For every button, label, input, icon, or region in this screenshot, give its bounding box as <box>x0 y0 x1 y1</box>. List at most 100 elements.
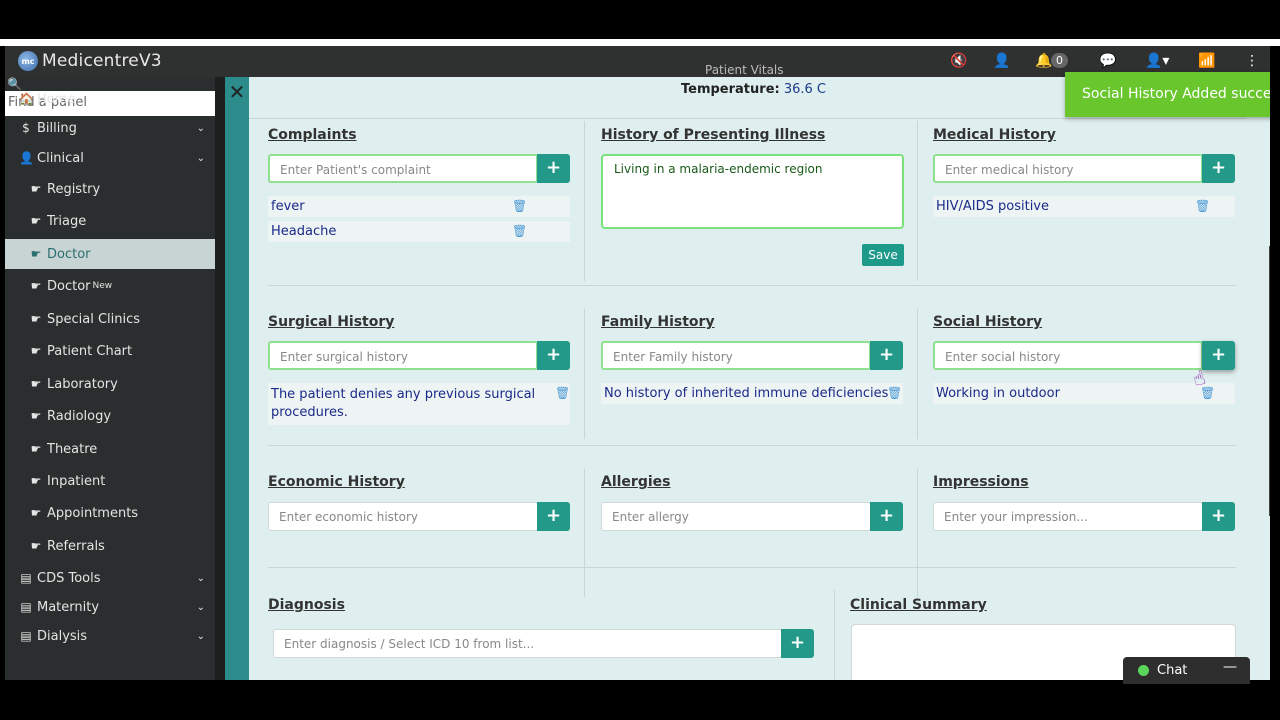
trash-icon[interactable]: 🗑 <box>512 224 527 238</box>
sidebar-item-label: Maternity <box>37 599 100 615</box>
family-history-item: No history of inherited immune deficienc… <box>601 383 903 404</box>
user-menu-icon[interactable]: 👤▾ <box>1145 53 1169 69</box>
hpi-textarea[interactable]: Living in a malaria-endemic region <box>601 154 904 229</box>
hand-point-icon: ☛ <box>30 474 42 488</box>
trash-icon[interactable]: 🗑 <box>555 386 570 400</box>
trash-icon[interactable]: 🗑 <box>512 199 527 213</box>
sidebar-item-label: Radiology <box>47 408 112 424</box>
add-diagnosis-button[interactable]: + <box>781 629 814 658</box>
sidebar-item-patient-chart[interactable]: ☛ Patient Chart <box>5 336 215 366</box>
sidebar-item-label: Theatre <box>47 441 98 457</box>
add-medical-history-button[interactable]: + <box>1202 154 1235 183</box>
sidebar-item-cds-tools[interactable]: ▤ CDS Tools ⌄ <box>5 563 215 593</box>
sidebar-item-label: Referrals <box>47 538 105 554</box>
allergy-input[interactable]: Enter allergy <box>601 502 871 531</box>
surgical-history-item: The patient denies any previous surgical… <box>268 383 570 425</box>
sidebar-item-maternity[interactable]: ▤ Maternity ⌄ <box>5 592 215 622</box>
sidebar-item-label: Clinical <box>37 150 84 166</box>
doctor-panel: Patient Vitals Temperature: 36.6 C Compl… <box>249 63 1246 680</box>
save-button[interactable]: Save <box>862 244 904 266</box>
sidebar-item-doctor-new[interactable]: ☛ Doctor New <box>5 271 215 301</box>
sidebar-item-label: Doctor <box>47 246 91 262</box>
new-badge: New <box>92 281 113 291</box>
mute-icon[interactable]: 🔇 <box>950 53 967 69</box>
sidebar-item-label: Home <box>37 91 76 107</box>
add-family-history-button[interactable]: + <box>870 341 903 370</box>
clinical-summary-title: Clinical Summary <box>850 597 987 613</box>
sidebar-item-referrals[interactable]: ☛ Referrals <box>5 531 215 561</box>
user-secret-icon[interactable]: 👤 <box>993 53 1010 69</box>
sidebar-item-label: Appointments <box>47 505 139 521</box>
social-history-item: Working in outdoor <box>933 383 1235 404</box>
bell-icon[interactable]: 🔔 <box>1035 53 1052 69</box>
sidebar-item-label: Doctor <box>47 278 91 294</box>
chat-label: Chat <box>1157 663 1188 678</box>
temperature-label: Temperature: <box>681 82 780 97</box>
social-history-input[interactable]: Enter social history <box>933 341 1203 370</box>
sidebar-item-doctor[interactable]: ☛ Doctor <box>5 239 215 269</box>
scrollbar-thumb[interactable] <box>1269 246 1270 516</box>
surgical-history-input[interactable]: Enter surgical history <box>268 341 538 370</box>
impression-input[interactable]: Enter your impression... <box>933 502 1203 531</box>
sidebar-item-theatre[interactable]: ☛ Theatre <box>5 434 215 464</box>
hand-point-icon: ☛ <box>30 182 42 196</box>
online-status-icon <box>1138 665 1149 676</box>
sidebar-gutter <box>215 77 225 680</box>
chevron-down-icon[interactable]: ⌄ <box>197 631 205 642</box>
close-icon[interactable]: ✕ <box>225 80 249 104</box>
hand-point-icon: ☛ <box>30 506 42 520</box>
family-history-title: Family History <box>601 314 715 330</box>
home-icon: 🏠 <box>19 92 34 106</box>
family-history-input[interactable]: Enter Family history <box>601 341 871 370</box>
sidebar-item-label: Billing <box>37 120 77 136</box>
sidebar-item-home[interactable]: 🏠 Home <box>5 84 215 114</box>
more-vertical-icon[interactable]: ⋮ <box>1245 53 1259 69</box>
vitals-ghost-heading: Patient Vitals <box>705 63 784 77</box>
sidebar-item-inpatient[interactable]: ☛ Inpatient <box>5 466 215 496</box>
complaint-input[interactable]: Enter Patient's complaint <box>268 154 538 183</box>
chat-bubbles-icon[interactable]: 💬 <box>1099 53 1116 69</box>
book-icon: ▤ <box>20 571 32 585</box>
impressions-title: Impressions <box>933 474 1029 490</box>
medical-history-input[interactable]: Enter medical history <box>933 154 1203 183</box>
complaints-title: Complaints <box>268 127 357 143</box>
book-icon: ▤ <box>20 600 32 614</box>
add-allergy-button[interactable]: + <box>870 502 903 531</box>
app-window: mc MedicentreV3 🔇 👤 🔔 0 💬 👤▾ 📶 ⋮ Social … <box>5 46 1270 680</box>
book-icon: ▤ <box>20 629 32 643</box>
wifi-icon: 📶 <box>1198 53 1216 69</box>
add-surgical-history-button[interactable]: + <box>537 341 570 370</box>
surgical-history-title: Surgical History <box>268 314 395 330</box>
allergies-title: Allergies <box>601 474 671 490</box>
sidebar-item-registry[interactable]: ☛ Registry <box>5 174 215 204</box>
sidebar-item-radiology[interactable]: ☛ Radiology <box>5 401 215 431</box>
trash-icon[interactable]: 🗑 <box>1195 199 1210 213</box>
logo-icon: mc <box>18 51 38 71</box>
divider <box>584 469 585 597</box>
sidebar-item-dialysis[interactable]: ▤ Dialysis ⌄ <box>5 621 215 651</box>
add-social-history-button[interactable]: + <box>1202 341 1235 370</box>
add-complaint-button[interactable]: + <box>537 154 570 183</box>
trash-icon[interactable]: 🗑 <box>887 386 902 400</box>
divider <box>268 567 1236 568</box>
sidebar-item-appointments[interactable]: ☛ Appointments <box>5 498 215 528</box>
sidebar-item-laboratory[interactable]: ☛ Laboratory <box>5 369 215 399</box>
diagnosis-input[interactable]: Enter diagnosis / Select ICD 10 from lis… <box>273 629 782 658</box>
sidebar-item-special-clinics[interactable]: ☛ Special Clinics <box>5 304 215 334</box>
chat-widget[interactable]: Chat — <box>1123 657 1250 684</box>
brand[interactable]: mc MedicentreV3 <box>18 51 162 71</box>
minimize-icon[interactable]: — <box>1223 659 1237 675</box>
diagnosis-title: Diagnosis <box>268 597 345 613</box>
sidebar-item-billing[interactable]: $ Billing ⌄ <box>5 113 215 143</box>
chevron-down-icon[interactable]: ⌄ <box>197 123 205 134</box>
dollar-icon: $ <box>22 121 30 135</box>
chevron-down-icon[interactable]: ⌄ <box>197 153 205 164</box>
add-economic-history-button[interactable]: + <box>537 502 570 531</box>
chevron-down-icon[interactable]: ⌄ <box>197 602 205 613</box>
sidebar-item-triage[interactable]: ☛ Triage <box>5 206 215 236</box>
sidebar-item-clinical[interactable]: 👤 Clinical ⌄ <box>5 143 215 173</box>
economic-history-input[interactable]: Enter economic history <box>268 502 538 531</box>
chevron-down-icon[interactable]: ⌄ <box>197 573 205 584</box>
medical-history-item: HIV/AIDS positive <box>933 196 1235 217</box>
add-impression-button[interactable]: + <box>1202 502 1235 531</box>
